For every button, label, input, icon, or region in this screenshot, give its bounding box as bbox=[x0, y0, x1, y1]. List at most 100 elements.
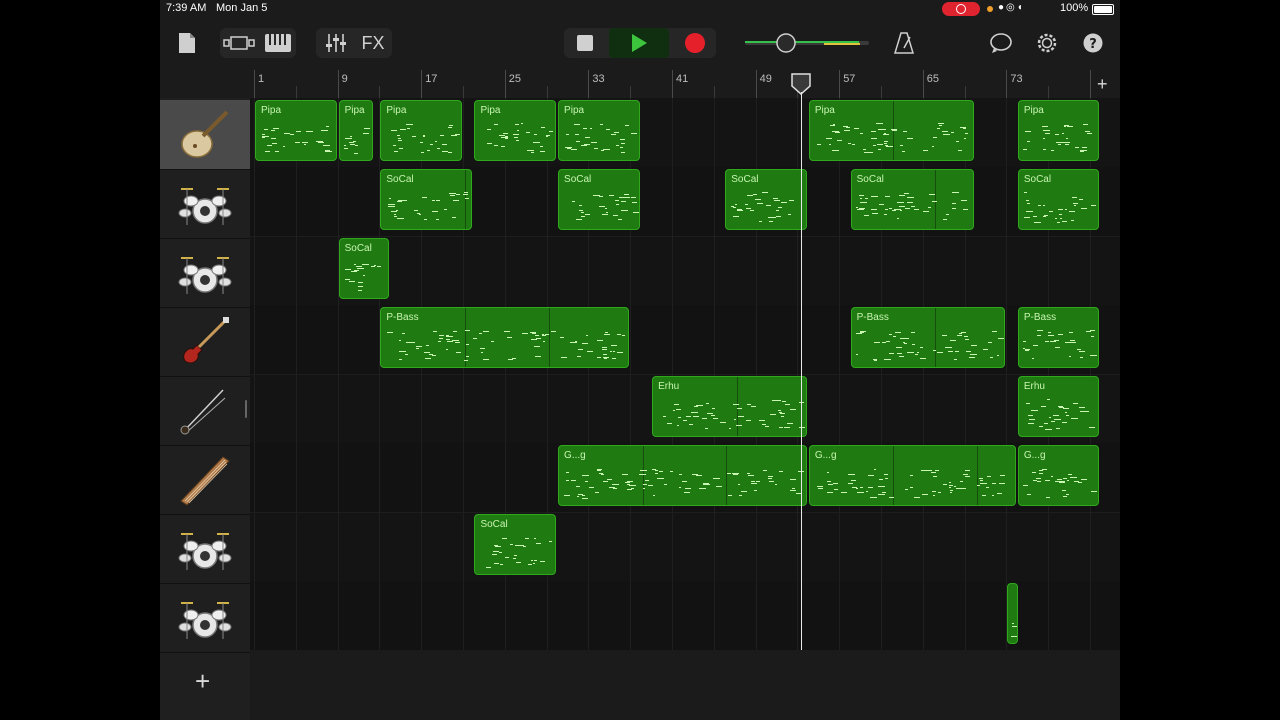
midi-note bbox=[863, 214, 869, 216]
region[interactable]: Pipa bbox=[338, 100, 374, 161]
midi-note bbox=[527, 564, 532, 566]
region[interactable]: P-Bass bbox=[850, 307, 1006, 368]
midi-note bbox=[1073, 205, 1077, 207]
region[interactable]: SoCal bbox=[474, 514, 557, 575]
midi-note bbox=[727, 494, 733, 496]
region[interactable]: Pipa bbox=[255, 100, 337, 161]
midi-note bbox=[1032, 471, 1037, 473]
midi-note bbox=[884, 214, 887, 216]
midi-note bbox=[1036, 478, 1042, 480]
region[interactable]: SoCal bbox=[380, 169, 473, 230]
region[interactable] bbox=[1007, 583, 1018, 644]
region[interactable]: SoCal bbox=[725, 169, 807, 230]
region[interactable]: Pipa bbox=[474, 100, 557, 161]
midi-note bbox=[522, 333, 528, 335]
region-notes bbox=[385, 192, 469, 223]
track-header-5[interactable] bbox=[160, 376, 250, 446]
midi-note bbox=[953, 486, 957, 487]
metronome-button[interactable] bbox=[892, 30, 916, 56]
loop-browser-button[interactable] bbox=[988, 30, 1014, 56]
midi-note bbox=[789, 489, 796, 491]
midi-note bbox=[953, 359, 957, 361]
region[interactable]: G...g bbox=[1017, 445, 1100, 506]
help-button[interactable]: ? bbox=[1080, 30, 1106, 56]
midi-note bbox=[455, 351, 462, 353]
region[interactable]: P-Bass bbox=[380, 307, 630, 368]
my-songs-button[interactable] bbox=[174, 30, 200, 56]
midi-note bbox=[827, 480, 832, 482]
midi-note bbox=[1079, 410, 1086, 412]
midi-note bbox=[1023, 485, 1029, 487]
play-button[interactable] bbox=[609, 28, 669, 58]
midi-note bbox=[919, 358, 926, 360]
midi-note bbox=[1080, 208, 1087, 210]
midi-note bbox=[584, 481, 588, 483]
region[interactable]: SoCal bbox=[338, 238, 389, 299]
midi-note bbox=[486, 143, 493, 145]
region[interactable]: SoCal bbox=[558, 169, 640, 230]
midi-note bbox=[530, 559, 534, 561]
region[interactable]: G...g bbox=[808, 445, 1016, 506]
midi-note bbox=[954, 350, 960, 352]
midi-note bbox=[284, 132, 290, 134]
midi-note bbox=[614, 200, 619, 202]
midi-note bbox=[422, 135, 426, 137]
instrument-view-button[interactable] bbox=[262, 30, 294, 56]
track-header-8[interactable] bbox=[160, 583, 250, 653]
region[interactable]: Pipa bbox=[558, 100, 640, 161]
add-track-button[interactable]: + bbox=[195, 668, 210, 694]
header-resize-handle[interactable] bbox=[245, 400, 247, 418]
midi-note bbox=[388, 197, 392, 199]
midi-note bbox=[498, 552, 503, 554]
track-header-2[interactable] bbox=[160, 169, 250, 239]
region[interactable]: Erhu bbox=[652, 376, 807, 437]
timeline-ruler[interactable]: 1 9 17 25 33 41 49 57 65 73 bbox=[250, 70, 1120, 99]
track-lane-7[interactable] bbox=[250, 512, 1120, 582]
track-lane-8[interactable] bbox=[250, 581, 1120, 650]
midi-note bbox=[891, 129, 898, 131]
track-header-6[interactable] bbox=[160, 445, 250, 515]
midi-note bbox=[465, 343, 469, 345]
midi-note bbox=[432, 354, 436, 356]
mixer-button[interactable] bbox=[320, 30, 352, 56]
midi-note bbox=[534, 134, 537, 136]
midi-note bbox=[942, 334, 947, 336]
midi-note bbox=[886, 341, 890, 343]
midi-note bbox=[595, 491, 599, 493]
settings-button[interactable] bbox=[1034, 30, 1060, 56]
region-notes bbox=[385, 330, 625, 361]
region[interactable]: Erhu bbox=[1017, 376, 1100, 437]
region[interactable]: Pipa bbox=[1017, 100, 1100, 161]
add-section-button[interactable]: + bbox=[1097, 74, 1108, 94]
midi-note bbox=[630, 133, 638, 135]
track-header-3[interactable] bbox=[160, 238, 250, 308]
midi-note bbox=[525, 537, 530, 539]
tracks-area[interactable]: Pipa Pipa Pipa Pipa Pipa Pipa Pipa SoCal SoCal So… bbox=[250, 98, 1120, 650]
grid-line bbox=[295, 98, 297, 650]
midi-note bbox=[578, 204, 583, 206]
stop-button[interactable] bbox=[570, 30, 600, 56]
midi-note bbox=[642, 483, 647, 485]
track-header-4[interactable] bbox=[160, 307, 250, 377]
track-header-1[interactable] bbox=[160, 100, 250, 170]
region[interactable]: G...g bbox=[558, 445, 807, 506]
midi-note bbox=[757, 202, 764, 204]
midi-note bbox=[640, 469, 648, 471]
region[interactable]: P-Bass bbox=[1017, 307, 1100, 368]
master-volume-slider[interactable] bbox=[744, 32, 870, 54]
midi-note bbox=[480, 352, 484, 354]
region[interactable]: Pipa bbox=[380, 100, 462, 161]
tracks-view-button[interactable] bbox=[222, 30, 256, 56]
midi-note bbox=[942, 483, 948, 485]
region[interactable]: Pipa bbox=[808, 100, 975, 161]
track-header-7[interactable] bbox=[160, 514, 250, 584]
region[interactable]: SoCal bbox=[850, 169, 975, 230]
region[interactable]: SoCal bbox=[1017, 169, 1100, 230]
fx-button[interactable]: FX bbox=[356, 30, 390, 56]
record-button[interactable] bbox=[680, 30, 710, 56]
region-label: G...g bbox=[814, 450, 837, 461]
midi-note bbox=[780, 202, 788, 204]
midi-note bbox=[652, 494, 655, 496]
midi-note bbox=[1058, 481, 1066, 483]
midi-note bbox=[531, 339, 537, 341]
